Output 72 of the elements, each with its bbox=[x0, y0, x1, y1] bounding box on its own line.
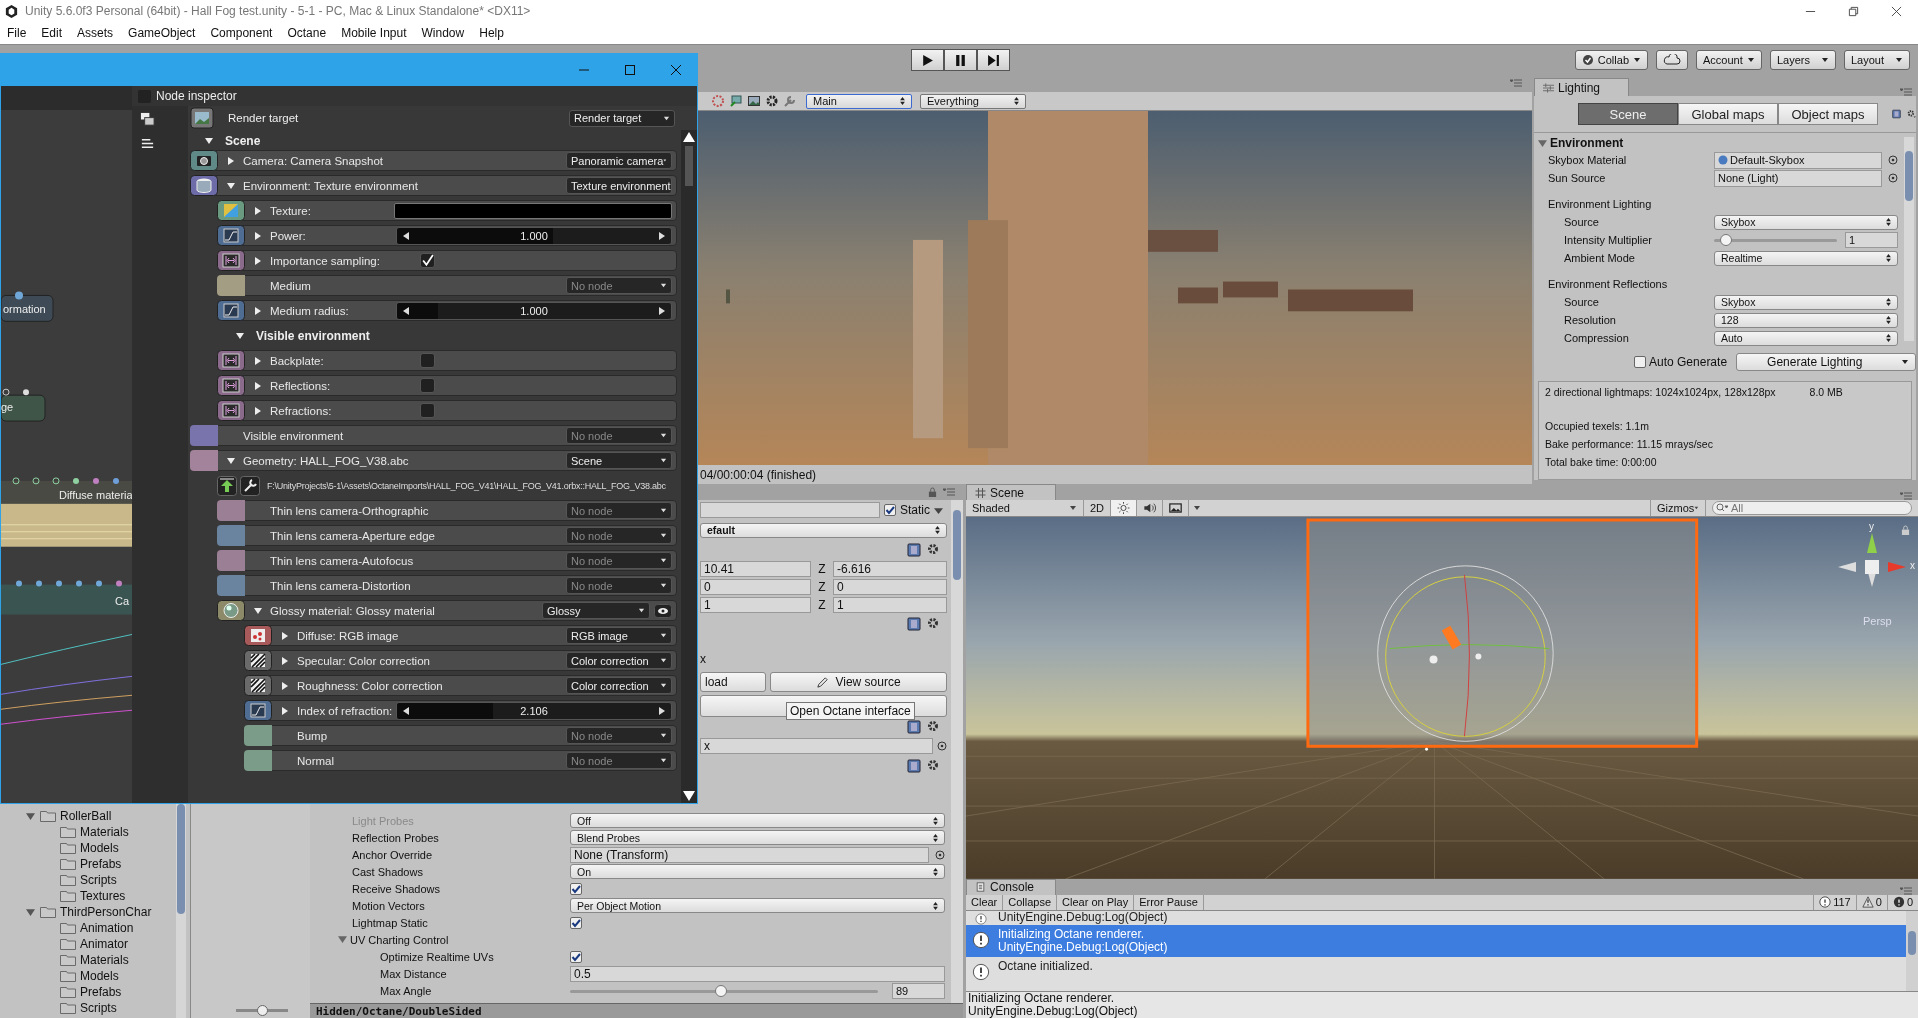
parameter-label: Power: bbox=[270, 229, 307, 242]
file-path: F:\UnityProjects\5-1\Assets\OctaneImports\HALL_FOG_V41\HALL_FOG_V41.orbx::HALL_FOG_V38.abc bbox=[267, 480, 666, 491]
tooltip: Open Octane interface bbox=[786, 702, 915, 720]
checkbox-label: Static bbox=[900, 503, 930, 517]
parameter-label: Environment: Texture environment bbox=[243, 179, 419, 192]
log-detail: Initializing Octane renderer. UnityEngine.Debug:Log(Object) bbox=[966, 991, 1918, 1018]
stats-text: Occupied texels: 1.1m bbox=[1545, 420, 1649, 432]
window-title: Unity 5.6.0f3 Personal (64bit) - Hall Fog test.unity - 5-1 - PC, Mac & Linux Standalone* <DX11> bbox=[25, 4, 531, 18]
parameter-label: Backplate: bbox=[270, 354, 325, 367]
field-label: Skybox Material bbox=[1548, 154, 1628, 166]
property-label: Reflection Probes bbox=[352, 831, 439, 844]
stats-text: Bake performance: 11.15 mrays/sec bbox=[1545, 438, 1713, 450]
property-label: Lightmap Static bbox=[352, 916, 428, 929]
parameter-label: Refractions: bbox=[270, 404, 333, 417]
field-label: Sun Source bbox=[1548, 172, 1607, 184]
field-label: Ambient Mode bbox=[1564, 252, 1636, 264]
axis-label: Z bbox=[817, 562, 827, 576]
checkbox-label: Auto Generate bbox=[1649, 355, 1728, 369]
panel-title: Node inspector bbox=[156, 89, 237, 103]
axis-label: y bbox=[1869, 521, 1874, 532]
field-label: Compression bbox=[1564, 332, 1630, 344]
axis-label: Z bbox=[817, 598, 827, 612]
field-label: Environment Lighting bbox=[1548, 198, 1653, 210]
property-label: Receive Shadows bbox=[352, 882, 441, 895]
property-label: Anchor Override bbox=[352, 848, 433, 861]
parameter-label: Reflections: bbox=[270, 379, 332, 392]
property-label: Optimize Realtime UVs bbox=[380, 950, 494, 963]
field-label: Resolution bbox=[1564, 314, 1617, 326]
property-label: UV Charting Control bbox=[350, 933, 449, 946]
property-label: Max Distance bbox=[380, 967, 447, 980]
field-label: Intensity Multiplier bbox=[1564, 234, 1654, 246]
property-label: Cast Shadows bbox=[352, 865, 423, 878]
parameter-label: Thin lens camera-Autofocus bbox=[270, 554, 415, 567]
parameter-label: Diffuse: RGB image bbox=[297, 629, 400, 642]
parameter-label: Normal bbox=[297, 754, 336, 767]
field-label: Environment Reflections bbox=[1548, 278, 1669, 290]
parameter-label: Thin lens camera-Orthographic bbox=[270, 504, 430, 517]
node-label: Diffuse materia bbox=[59, 488, 132, 501]
axis-label: x bbox=[1910, 560, 1915, 571]
parameter-label: Specular: Color correction bbox=[297, 654, 431, 667]
property-label: Light Probes bbox=[352, 814, 414, 827]
parameter-label: Medium bbox=[270, 279, 312, 292]
node-label: ge bbox=[1, 401, 14, 414]
section-title: Visible environment bbox=[256, 328, 370, 343]
parameter-label: Medium radius: bbox=[270, 304, 350, 317]
parameter-label: Importance sampling: bbox=[270, 254, 381, 267]
parameter-label: Index of refraction: bbox=[297, 704, 394, 717]
parameter-label: Geometry: HALL_FOG_V38.abc bbox=[243, 454, 410, 467]
parameter-label: Glossy material: Glossy material bbox=[270, 604, 436, 617]
node-label: Ca bbox=[115, 594, 130, 607]
property-label: Motion Vectors bbox=[352, 899, 425, 912]
property-label: Max Angle bbox=[380, 984, 432, 997]
node-label: ormation bbox=[3, 303, 46, 316]
stats-text: 8.0 MB bbox=[1809, 386, 1843, 400]
parameter-label: Thin lens camera-Distortion bbox=[270, 579, 412, 592]
parameter-label: Render target bbox=[228, 112, 300, 124]
parameter-label: Visible environment bbox=[243, 429, 345, 442]
parameter-label: Roughness: Color correction bbox=[297, 679, 444, 692]
stats-text: 2 directional lightmaps: 1024x1024px, 128x128px bbox=[1545, 386, 1776, 400]
parameter-label: Camera: Camera Snapshot bbox=[243, 154, 384, 167]
section-title: Scene bbox=[225, 134, 261, 148]
parameter-label: Texture: bbox=[270, 204, 312, 217]
shader-name: Hidden/Octane/DoubleSided bbox=[316, 1004, 482, 1018]
parameter-label: Thin lens camera-Aperture edge bbox=[270, 529, 436, 542]
property-text: x bbox=[700, 652, 706, 666]
section-title: Environment bbox=[1550, 136, 1624, 150]
field-label: Source bbox=[1564, 296, 1600, 308]
axis-label: Z bbox=[817, 580, 827, 594]
parameter-label: Bump bbox=[297, 729, 329, 742]
field-label: Source bbox=[1564, 216, 1600, 228]
render-status: 04/00:00:04 (finished) bbox=[700, 467, 817, 482]
stats-text: Total bake time: 0:00:00 bbox=[1545, 456, 1657, 468]
